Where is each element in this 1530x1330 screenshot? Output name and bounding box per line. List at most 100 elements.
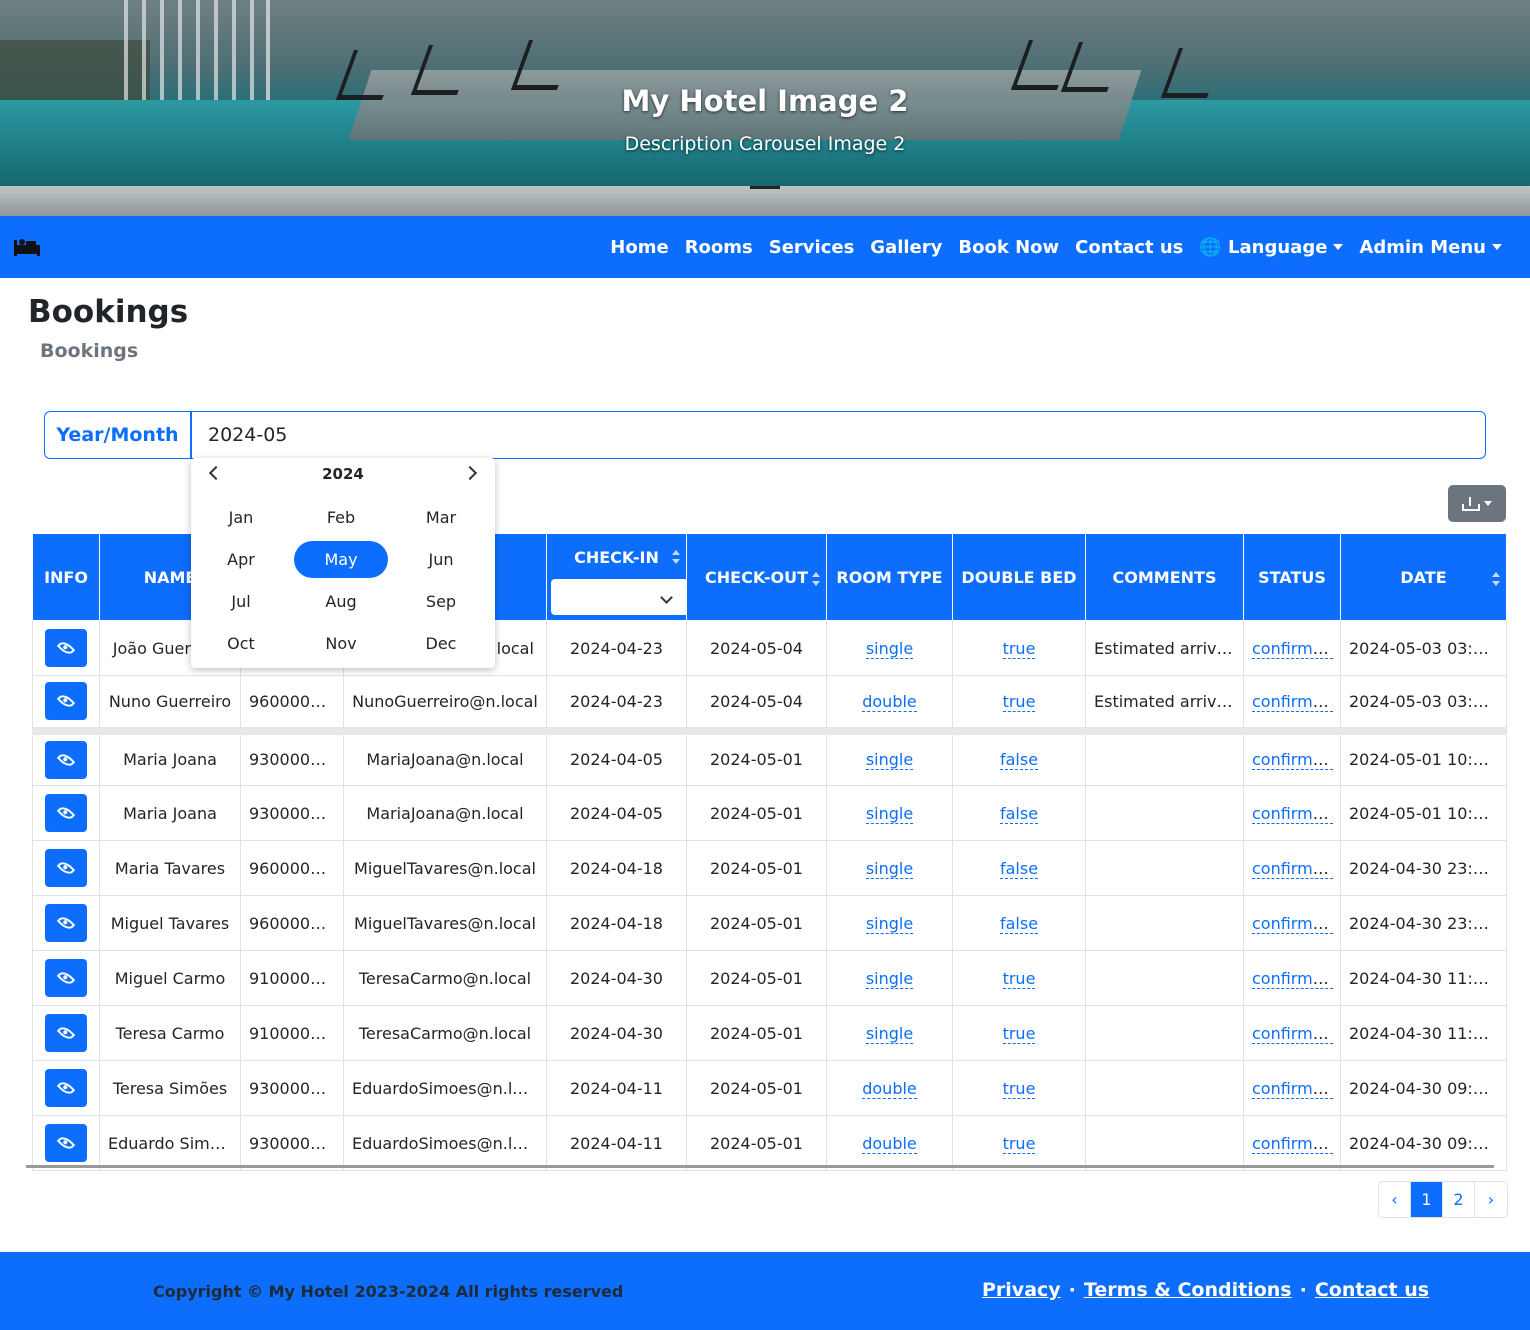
header-checkout[interactable]: CHECK-OUT	[686, 533, 827, 621]
cell-room-type-link[interactable]: single	[865, 803, 914, 824]
nav-rooms[interactable]: Rooms	[677, 237, 761, 258]
cell-checkout: 2024-05-01	[686, 1060, 827, 1116]
cell-phone: 910000777	[240, 950, 344, 1006]
header-date[interactable]: DATE	[1340, 533, 1507, 621]
cell-room-type-link[interactable]: single	[865, 913, 914, 934]
view-booking-button[interactable]	[45, 794, 87, 832]
cell-double-bed: true	[952, 675, 1086, 735]
cell-room-type-link[interactable]: single	[865, 638, 914, 659]
nav-language-dropdown[interactable]: 🌐 Language	[1191, 237, 1351, 258]
month-option-jan[interactable]: Jan	[191, 496, 291, 538]
cell-double-bed-link[interactable]: true	[1002, 691, 1036, 712]
cell-name: Maria Tavares	[99, 840, 241, 896]
cell-status: confirmed	[1243, 730, 1341, 786]
cell-double-bed-link[interactable]: true	[1002, 1023, 1036, 1044]
eye-icon	[56, 913, 76, 933]
cell-status-link[interactable]: confirmed	[1252, 858, 1333, 879]
carousel-indicator[interactable]	[750, 186, 780, 189]
cell-double-bed-link[interactable]: false	[999, 913, 1039, 934]
footer-link-terms[interactable]: Terms & Conditions	[1084, 1279, 1292, 1301]
cell-room-type-link[interactable]: single	[865, 968, 914, 989]
cell-room-type-link[interactable]: double	[862, 1133, 917, 1154]
pagination-prev[interactable]: ‹	[1379, 1182, 1411, 1217]
cell-double-bed-link[interactable]: false	[999, 858, 1039, 879]
month-option-may[interactable]: May	[291, 538, 391, 580]
footer-link-privacy[interactable]: Privacy	[982, 1279, 1061, 1301]
cell-checkout: 2024-05-01	[686, 730, 827, 786]
view-booking-button[interactable]	[45, 904, 87, 942]
nav-menu: Home Rooms Services Gallery Book Now Con…	[602, 216, 1510, 278]
month-option-sep[interactable]: Sep	[391, 580, 491, 622]
year-month-input[interactable]: 2024-05	[192, 412, 1485, 458]
month-option-oct[interactable]: Oct	[191, 622, 291, 664]
cell-status-link[interactable]: confirmed	[1252, 750, 1333, 771]
footer: Copyright © My Hotel 2023-2024 All right…	[0, 1252, 1530, 1330]
nav-home[interactable]: Home	[602, 237, 676, 258]
pagination-next[interactable]: ›	[1475, 1182, 1507, 1217]
cell-room-type-link[interactable]: double	[862, 1078, 917, 1099]
month-option-apr[interactable]: Apr	[191, 538, 291, 580]
cell-status-link[interactable]: confirmed	[1252, 691, 1333, 712]
view-booking-button[interactable]	[45, 849, 87, 887]
cell-room-type: single	[826, 620, 953, 676]
cell-room-type-link[interactable]: single	[865, 858, 914, 879]
hero-description: Description Carousel Image 2	[624, 133, 906, 155]
nav-gallery[interactable]: Gallery	[862, 237, 950, 258]
month-option-jun[interactable]: Jun	[391, 538, 491, 580]
footer-separator: ·	[1299, 1279, 1307, 1301]
cell-status-link[interactable]: confirmed	[1252, 1133, 1333, 1154]
cell-double-bed-link[interactable]: true	[1002, 638, 1036, 659]
cell-room-type-link[interactable]: single	[865, 1023, 914, 1044]
checkin-filter-select[interactable]	[551, 579, 688, 615]
cell-double-bed-link[interactable]: true	[1002, 968, 1036, 989]
hero-carousel[interactable]: My Hotel Image 2 Description Carousel Im…	[0, 0, 1530, 216]
breadcrumb: Bookings	[40, 340, 139, 362]
pagination-page-1[interactable]: 1	[1411, 1182, 1443, 1217]
footer-link-contact[interactable]: Contact us	[1315, 1279, 1429, 1301]
month-option-jul[interactable]: Jul	[191, 580, 291, 622]
cell-double-bed-link[interactable]: false	[999, 750, 1039, 771]
view-booking-button[interactable]	[45, 1014, 87, 1052]
pagination-page-2[interactable]: 2	[1443, 1182, 1475, 1217]
cell-status-link[interactable]: confirmed	[1252, 968, 1333, 989]
cell-room-type-link[interactable]: single	[865, 750, 914, 771]
cell-status-link[interactable]: confirmed	[1252, 913, 1333, 934]
cell-date: 2024-05-03 03:21:48	[1340, 620, 1507, 676]
cell-room-type-link[interactable]: double	[862, 691, 917, 712]
cell-status-link[interactable]: confirmed	[1252, 1078, 1333, 1099]
table-row: Maria Joana 930000999 MariaJoana@n.local 20…	[32, 785, 1507, 841]
cell-double-bed-link[interactable]: false	[999, 803, 1039, 824]
nav-contact-us[interactable]: Contact us	[1067, 237, 1191, 258]
footer-copyright: Copyright © My Hotel 2023-2024 All right…	[153, 1282, 624, 1301]
cell-double-bed-link[interactable]: true	[1002, 1078, 1036, 1099]
cell-double-bed: true	[952, 620, 1086, 676]
cell-phone: 930000999	[240, 785, 344, 841]
month-label: Jul	[231, 591, 251, 611]
cell-email: TeresaCarmo@n.local	[343, 950, 547, 1006]
cell-status-link[interactable]: confirmed	[1252, 1023, 1333, 1044]
view-booking-button[interactable]	[45, 959, 87, 997]
table-row: Miguel Tavares 960000888 MiguelTavares@n.l…	[32, 895, 1507, 951]
nav-services[interactable]: Services	[761, 237, 863, 258]
month-option-nov[interactable]: Nov	[291, 622, 391, 664]
view-booking-button[interactable]	[45, 1069, 87, 1107]
cell-status-link[interactable]: confirmed	[1252, 803, 1333, 824]
nav-book-now[interactable]: Book Now	[950, 237, 1067, 258]
month-label: Nov	[325, 633, 357, 653]
header-checkin[interactable]: CHECK-IN	[546, 533, 688, 621]
export-dropdown-button[interactable]	[1448, 485, 1506, 522]
view-booking-button[interactable]	[45, 629, 87, 667]
month-option-mar[interactable]: Mar	[391, 496, 491, 538]
view-booking-button[interactable]	[45, 682, 87, 721]
month-option-feb[interactable]: Feb	[291, 496, 391, 538]
cell-double-bed-link[interactable]: true	[1002, 1133, 1036, 1154]
hotel-bed-icon[interactable]	[12, 232, 42, 262]
view-booking-button[interactable]	[45, 740, 87, 779]
view-booking-button[interactable]	[45, 1124, 87, 1162]
month-option-dec[interactable]: Dec	[391, 622, 491, 664]
month-option-aug[interactable]: Aug	[291, 580, 391, 622]
month-picker-year[interactable]: 2024	[191, 465, 495, 483]
nav-admin-menu-dropdown[interactable]: Admin Menu	[1351, 237, 1510, 258]
cell-status-link[interactable]: confirmed	[1252, 638, 1333, 659]
cell-checkin: 2024-04-11	[546, 1060, 687, 1116]
